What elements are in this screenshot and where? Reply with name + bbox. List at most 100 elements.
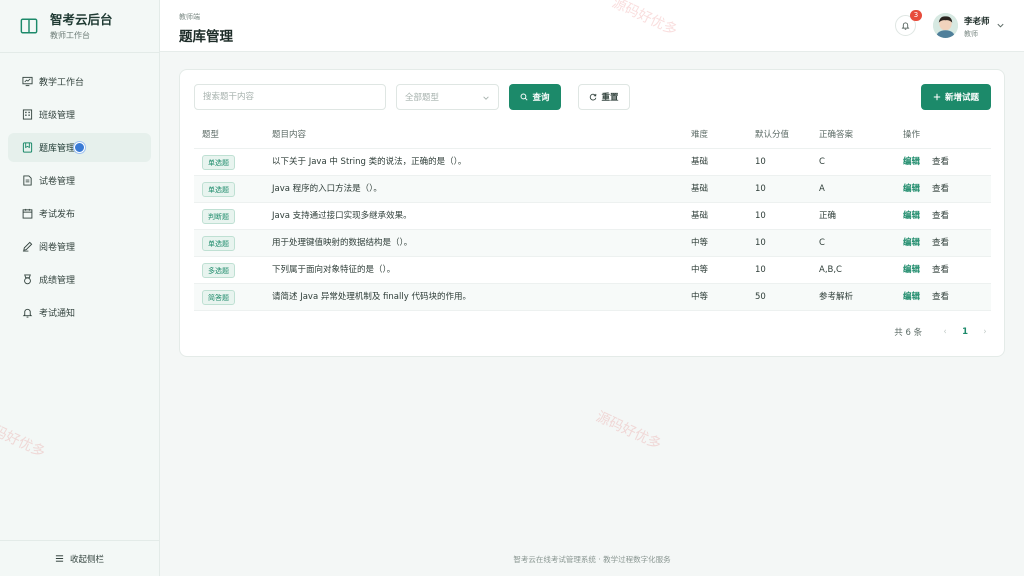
sidebar-nav: 教学工作台 班级管理 题库管理 试卷管理 考试发布 阅卷管理 成绩管理 考试通知: [0, 53, 159, 327]
main-content: 教师端 题库管理 3 李老师 教师 全部题型: [160, 0, 1024, 576]
sidebar-item-label: 阅卷管理: [39, 243, 76, 253]
search-input[interactable]: [194, 84, 386, 110]
pen-icon: [22, 241, 33, 252]
prev-page-button[interactable]: ‹: [940, 327, 950, 337]
sidebar-item-label: 考试通知: [39, 309, 76, 319]
page-1-button[interactable]: 1: [962, 327, 968, 337]
header-type: 题型: [202, 130, 220, 140]
answer: A: [819, 184, 825, 194]
header-content: 题目内容: [272, 130, 307, 140]
header-actions: 操作: [903, 130, 921, 140]
question-content: 请简述 Java 异常处理机制及 finally 代码块的作用。: [272, 292, 471, 302]
avatar[interactable]: [933, 13, 958, 38]
sidebar: 智考云后台 教师工作台 教学工作台 班级管理 题库管理 试卷管理 考试发布 阅卷…: [0, 0, 160, 576]
reset-button[interactable]: 重置: [578, 84, 630, 110]
building-icon: [22, 109, 33, 120]
table-row: 判断题 Java 支持通过接口实现多继承效果。 基础 10 正确 编辑 查看: [194, 203, 991, 230]
table-row: 简答题 请简述 Java 异常处理机制及 finally 代码块的作用。 中等 …: [194, 284, 991, 311]
footer-text: 智考云在线考试管理系统 · 教学过程数字化服务: [513, 555, 671, 564]
header-answer: 正确答案: [819, 130, 854, 140]
reset-label: 重置: [601, 93, 619, 103]
view-button[interactable]: 查看: [932, 292, 949, 302]
medal-icon: [24, 274, 31, 285]
sidebar-item-classes[interactable]: 班级管理: [8, 100, 151, 129]
query-label: 查询: [532, 93, 550, 103]
question-type-tag: 简答题: [202, 290, 235, 305]
header-difficulty: 难度: [691, 130, 709, 140]
user-name[interactable]: 李老师: [964, 15, 990, 27]
search-icon: [521, 93, 529, 101]
difficulty: 基础: [691, 184, 709, 194]
score: 10: [755, 265, 766, 275]
edit-button[interactable]: 编辑: [903, 265, 920, 275]
table-header: 题型 题目内容 难度 默认分值 正确答案 操作: [194, 122, 991, 149]
sidebar-item-papers[interactable]: 试卷管理: [8, 166, 151, 195]
view-button[interactable]: 查看: [932, 184, 949, 194]
edit-button[interactable]: 编辑: [903, 184, 920, 194]
score: 50: [755, 292, 766, 302]
view-button[interactable]: 查看: [932, 265, 949, 275]
sidebar-item-notices[interactable]: 考试通知: [8, 298, 151, 327]
difficulty: 中等: [691, 292, 709, 302]
question-table: 题型 题目内容 难度 默认分值 正确答案 操作 单选题 以下关于 Java 中 …: [194, 122, 991, 311]
view-button[interactable]: 查看: [932, 238, 949, 248]
total-count: 共 6 条: [894, 328, 923, 338]
question-content: 下列属于面向对象特征的是（）。: [272, 265, 396, 275]
query-button[interactable]: 查询: [509, 84, 561, 110]
brand-title: 智考云后台: [50, 11, 113, 27]
pagination: 共 6 条 ‹ 1 ›: [894, 326, 990, 338]
add-question-button[interactable]: 新增试题: [921, 84, 991, 110]
next-page-button[interactable]: ›: [980, 327, 990, 337]
score: 10: [755, 184, 766, 194]
refresh-icon: [590, 93, 597, 101]
answer: C: [819, 238, 825, 248]
view-button[interactable]: 查看: [932, 157, 949, 167]
plus-icon: [933, 93, 941, 101]
menu-icon: [55, 555, 64, 562]
sidebar-item-dashboard[interactable]: 教学工作台: [8, 67, 151, 96]
edit-button[interactable]: 编辑: [903, 211, 920, 221]
collapse-sidebar-button[interactable]: 收起侧栏: [0, 540, 159, 576]
sidebar-item-question-bank[interactable]: 题库管理: [8, 133, 151, 162]
sidebar-item-grading[interactable]: 阅卷管理: [8, 232, 151, 261]
question-bank-card: 全部题型 查询 重置 新增试题 题型 题目内容 难度 默认分值: [179, 69, 1005, 357]
type-select[interactable]: 全部题型: [396, 84, 499, 110]
page-title: 题库管理: [179, 29, 233, 45]
edit-button[interactable]: 编辑: [903, 157, 920, 167]
calendar-icon: [22, 208, 33, 219]
breadcrumb: 教师端: [179, 13, 200, 21]
sidebar-item-label: 教学工作台: [39, 78, 85, 88]
view-button[interactable]: 查看: [932, 211, 949, 221]
difficulty: 中等: [691, 265, 709, 275]
edit-button[interactable]: 编辑: [903, 238, 920, 248]
active-indicator-dot: [74, 142, 85, 153]
collapse-label: 收起侧栏: [69, 554, 104, 565]
user-role: 教师: [964, 30, 978, 38]
document-icon: [23, 175, 32, 186]
difficulty: 基础: [691, 211, 709, 221]
sidebar-item-label: 试卷管理: [39, 177, 76, 187]
brand-subtitle: 教师工作台: [50, 30, 90, 40]
table-row: 单选题 以下关于 Java 中 String 类的说法，正确的是（）。 基础 1…: [194, 149, 991, 176]
question-type-tag: 单选题: [202, 155, 235, 170]
answer: 正确: [819, 211, 837, 221]
answer: C: [819, 157, 825, 167]
question-type-tag: 单选题: [202, 182, 235, 197]
chevron-down-icon[interactable]: [996, 21, 1005, 30]
chevron-down-icon: [483, 96, 489, 100]
table-row: 单选题 Java 程序的入口方法是（）。 基础 10 A 编辑 查看: [194, 176, 991, 203]
table-row: 单选题 用于处理键值映射的数据结构是（）。 中等 10 C 编辑 查看: [194, 230, 991, 257]
question-content: Java 支持通过接口实现多继承效果。: [272, 211, 412, 221]
sidebar-item-exam-publish[interactable]: 考试发布: [8, 199, 151, 228]
question-type-tag: 多选题: [202, 263, 235, 278]
brand: 智考云后台 教师工作台: [0, 0, 159, 52]
score: 10: [755, 157, 766, 167]
answer: A,B,C: [819, 265, 842, 275]
header-score: 默认分值: [755, 130, 790, 140]
edit-button[interactable]: 编辑: [903, 292, 920, 302]
type-select-value: 全部题型: [405, 93, 440, 103]
sidebar-item-scores[interactable]: 成绩管理: [8, 265, 151, 294]
table-row: 多选题 下列属于面向对象特征的是（）。 中等 10 A,B,C 编辑 查看: [194, 257, 991, 284]
sidebar-item-label: 考试发布: [39, 210, 76, 220]
question-type-tag: 判断题: [202, 209, 235, 224]
